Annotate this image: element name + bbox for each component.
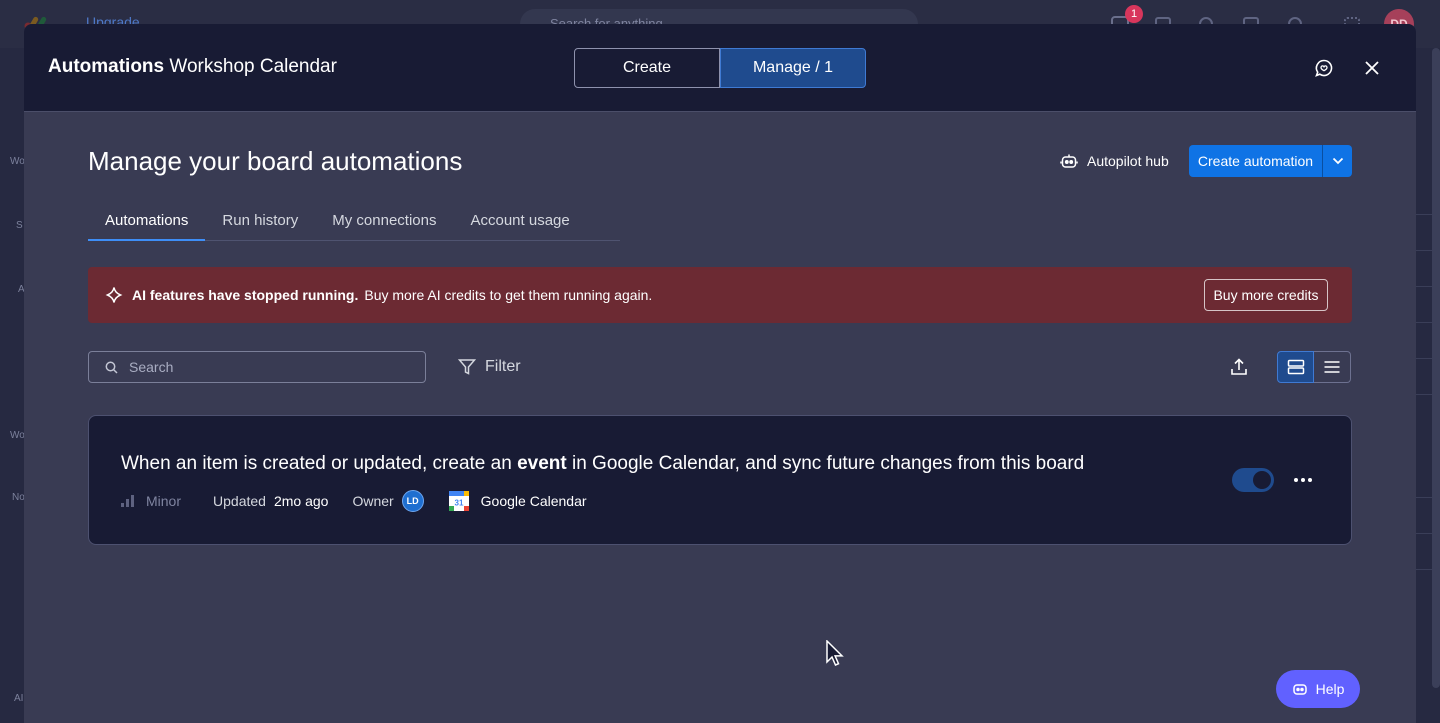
calendar-day: 31: [454, 499, 463, 508]
sidebar-label: Wo: [10, 156, 25, 167]
list-view-icon: [1324, 361, 1340, 373]
owner-avatar[interactable]: LD: [401, 490, 424, 512]
background-scrollbar[interactable]: [1432, 48, 1440, 688]
toggle-knob: [1253, 471, 1271, 489]
automation-toggle[interactable]: [1232, 468, 1274, 492]
tab-create[interactable]: Create: [574, 48, 720, 88]
robot-help-icon: [1292, 684, 1307, 695]
sidebar-label: AI: [14, 693, 24, 704]
filter-label: Filter: [485, 358, 521, 375]
sidebar-label: S: [16, 220, 23, 231]
card-view-icon: [1287, 359, 1304, 375]
modal-title-bold: Automations: [48, 56, 165, 77]
modal-title: Automations Workshop Calendar: [48, 56, 337, 78]
page-title: Manage your board automations: [88, 146, 463, 176]
owner-label: Owner: [352, 493, 394, 509]
search-input[interactable]: [129, 352, 419, 382]
help-button[interactable]: Help: [1276, 670, 1360, 708]
notification-badge: 1: [1125, 5, 1143, 23]
impact-bars-icon: [121, 495, 134, 507]
integration-name: Google Calendar: [480, 493, 587, 509]
automation-desc-bold: event: [517, 453, 567, 474]
banner-bold-text: AI features have stopped running.: [132, 287, 359, 303]
sidebar-label: No: [12, 492, 25, 503]
updated-value: 2mo ago: [273, 493, 329, 509]
banner-text: Buy more AI credits to get them running …: [364, 287, 653, 303]
create-automation-button[interactable]: Create automation: [1189, 145, 1323, 177]
ai-credits-banner: AI features have stopped running. Buy mor…: [88, 267, 1352, 323]
impact-label: Minor: [146, 493, 182, 509]
manage-tabs: Automations Run history My connections A…: [88, 200, 620, 241]
search-box: [88, 351, 426, 383]
feedback-icon[interactable]: [1313, 57, 1335, 79]
more-options-icon[interactable]: [1289, 469, 1317, 491]
chevron-down-icon: [1332, 157, 1343, 165]
tab-account-usage[interactable]: Account usage: [453, 200, 586, 241]
close-icon[interactable]: [1361, 57, 1383, 79]
create-automation-dropdown[interactable]: [1323, 145, 1352, 177]
filter-icon: [458, 359, 476, 375]
sidebar-label: Wo: [10, 430, 25, 441]
search-icon: [105, 361, 118, 374]
background-sidebar: Wo S A Wo No AI: [0, 48, 25, 723]
automation-desc-start: When an item is created or updated, crea…: [121, 453, 518, 474]
tab-run-history[interactable]: Run history: [205, 200, 315, 241]
automation-meta: Minor Updated 2mo ago Owner LD 31 Google…: [121, 490, 587, 512]
tab-manage[interactable]: Manage / 1: [720, 48, 866, 88]
banner-message: AI features have stopped running. Buy mor…: [132, 287, 652, 303]
robot-icon: [1060, 154, 1078, 168]
mouse-cursor-icon: [826, 640, 844, 666]
automations-modal: Automations Workshop Calendar Create Man…: [24, 24, 1416, 723]
autopilot-hub-label: Autopilot hub: [1087, 153, 1169, 169]
export-icon[interactable]: [1229, 357, 1251, 379]
buy-more-credits-button[interactable]: Buy more credits: [1204, 279, 1328, 311]
modal-title-board: Workshop Calendar: [164, 56, 337, 77]
help-label: Help: [1315, 681, 1345, 697]
tab-automations[interactable]: Automations: [88, 200, 206, 241]
filter-button[interactable]: Filter: [458, 356, 521, 378]
view-toggle: [1277, 351, 1351, 383]
automation-desc-end: in Google Calendar, and sync future chan…: [566, 453, 1085, 474]
create-automation-split-button: Create automation: [1189, 145, 1352, 177]
card-view-button[interactable]: [1277, 351, 1314, 383]
google-calendar-icon: 31: [448, 491, 469, 511]
list-view-button[interactable]: [1314, 351, 1351, 383]
sparkle-icon: [105, 287, 123, 303]
create-manage-switcher: Create Manage / 1: [574, 48, 866, 88]
autopilot-hub-button[interactable]: Autopilot hub: [1060, 150, 1169, 172]
automation-description: When an item is created or updated, crea…: [121, 453, 1084, 475]
updated-label: Updated: [213, 493, 266, 509]
automation-card[interactable]: When an item is created or updated, crea…: [88, 415, 1352, 545]
tab-my-connections[interactable]: My connections: [315, 200, 453, 241]
modal-header: Automations Workshop Calendar Create Man…: [24, 24, 1416, 112]
